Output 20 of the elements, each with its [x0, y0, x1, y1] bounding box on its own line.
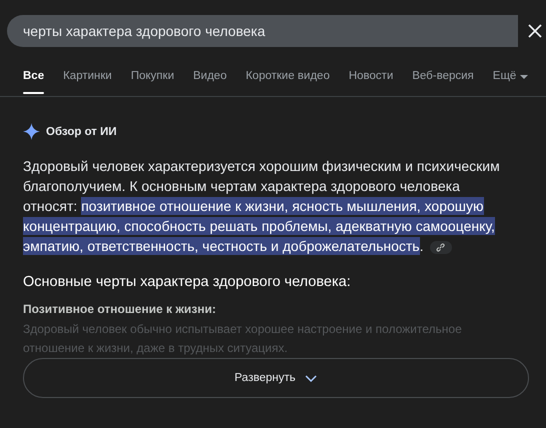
search-field[interactable]: черты характера здорового человека — [7, 15, 518, 47]
link-chip[interactable] — [430, 240, 452, 254]
search-tab[interactable]: Веб-версия — [412, 70, 474, 96]
point-title: Позитивное отношение к жизни: — [23, 302, 217, 316]
search-tab[interactable]: Новости — [348, 70, 394, 96]
search-tab[interactable]: Ещё — [492, 70, 528, 96]
sparkle-icon — [23, 123, 40, 140]
search-tab[interactable]: Покупки — [130, 70, 174, 96]
section-heading: Основные черты характера здорового человека: — [23, 274, 352, 290]
search-tab[interactable]: Видео — [193, 70, 227, 96]
caret-icon — [520, 75, 528, 79]
close-icon[interactable] — [528, 24, 542, 38]
expand-button[interactable]: Развернуть — [23, 358, 529, 398]
search-tab[interactable]: Все — [23, 70, 44, 96]
link-icon — [436, 242, 445, 252]
overview-title: Обзор от ИИ — [46, 126, 117, 138]
search-tab[interactable]: Картинки — [63, 70, 112, 96]
point-text: Здоровый человек обычно испытывает хорошее настроение и положительное отношение к жизни, даже в трудных ситуациях. — [23, 321, 463, 357]
chevron-down-icon — [305, 374, 318, 382]
search-tab[interactable]: Короткие видео — [246, 70, 330, 96]
